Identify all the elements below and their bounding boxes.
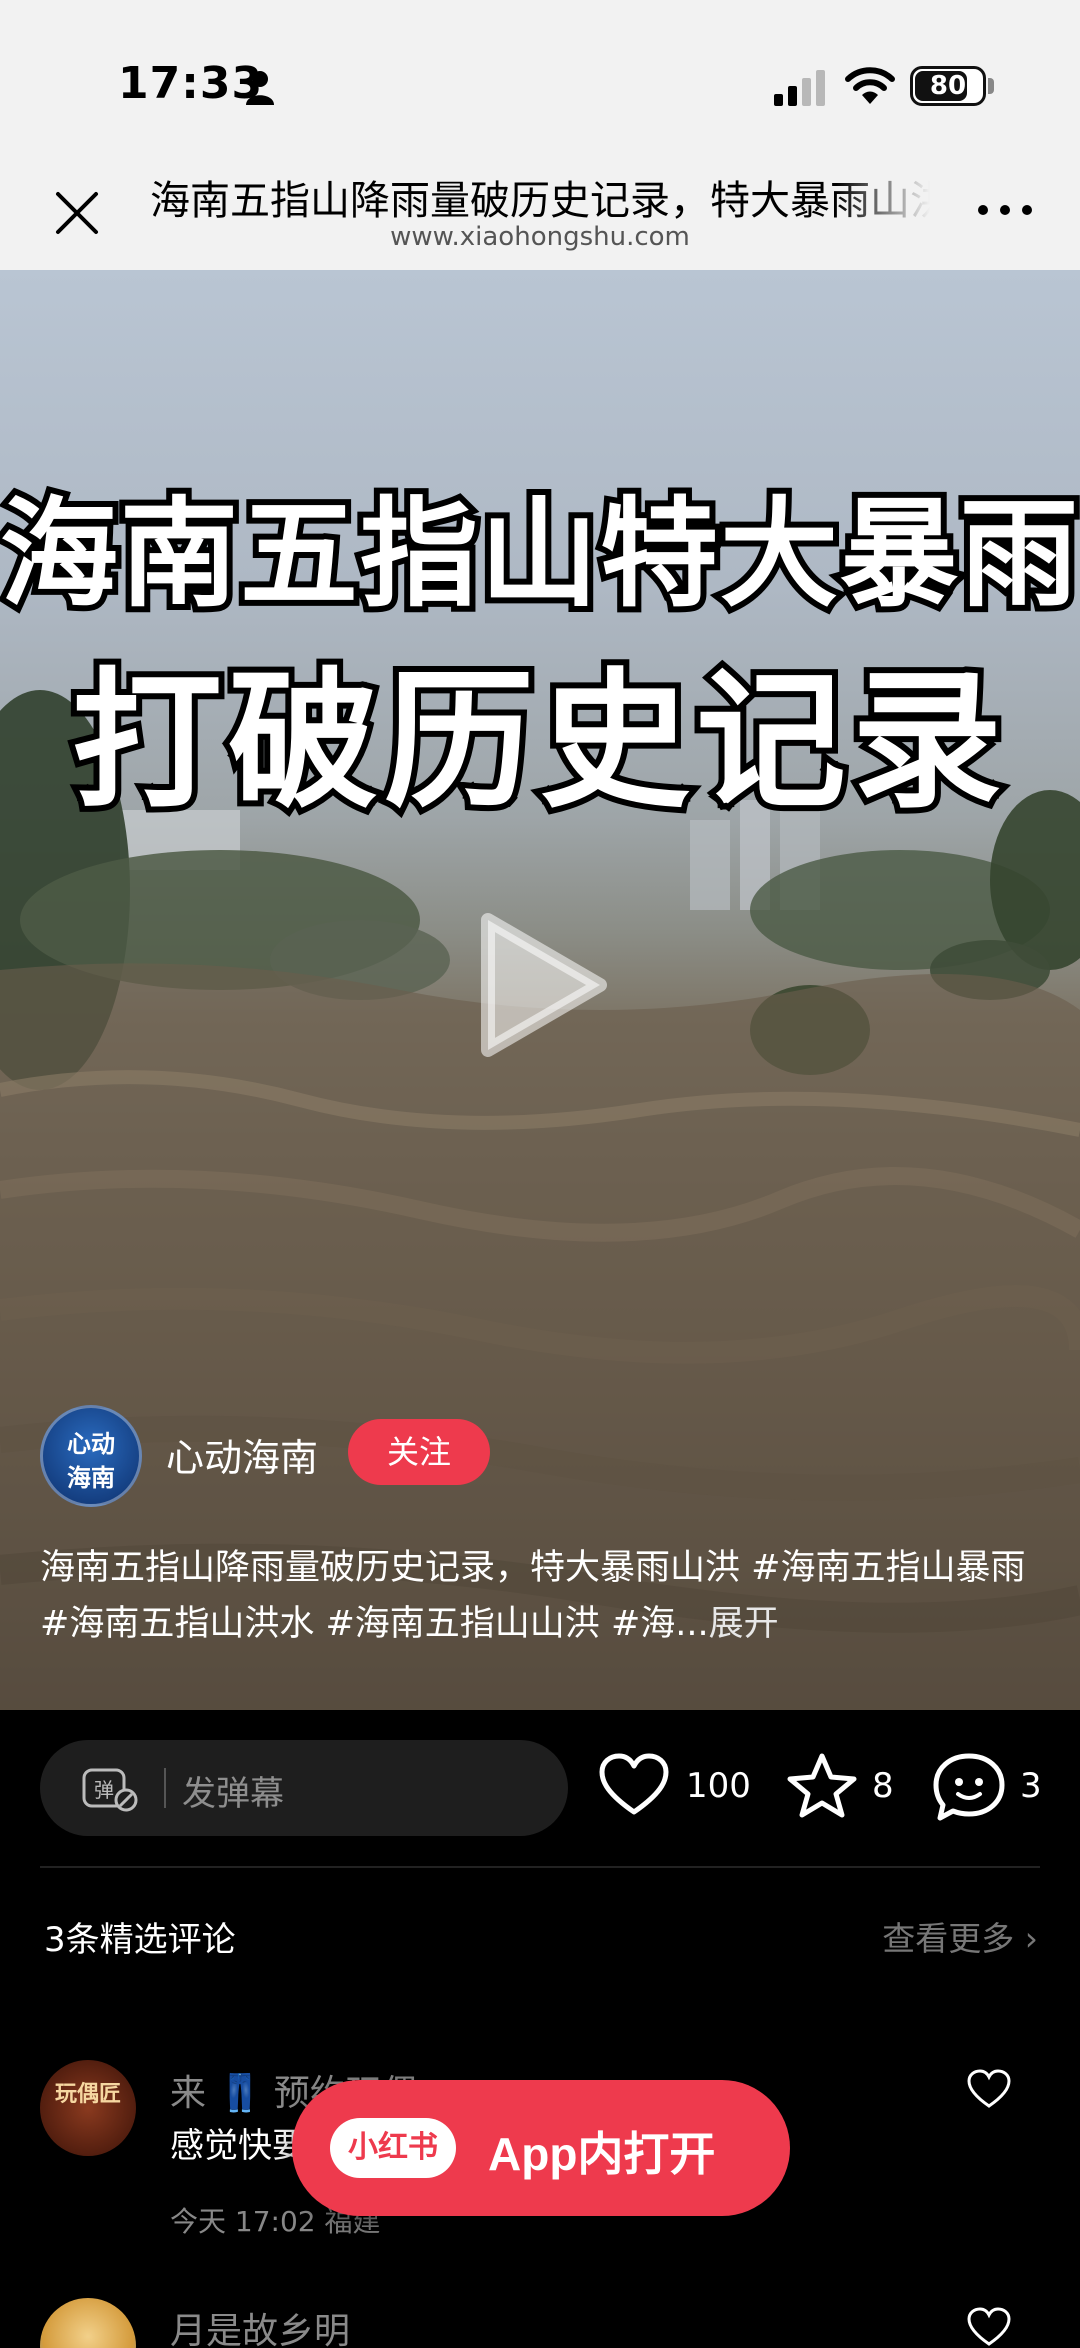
commenter-avatar-text: 玩偶匠 xyxy=(54,2082,121,2107)
xiaohongshu-logo: 小红书 xyxy=(330,2118,456,2178)
heart-icon xyxy=(599,1753,669,1815)
caption-text: 海南五指山降雨量破历史记录，特大暴雨山洪 xyxy=(40,1548,741,1588)
like-count: 100 xyxy=(686,1766,751,1806)
play-icon[interactable] xyxy=(470,910,610,1060)
wifi-icon xyxy=(845,67,895,104)
comment-heart-icon[interactable] xyxy=(966,2068,1012,2110)
avatar-text-line1: 心动 xyxy=(67,1430,115,1458)
open-in-app-label: App内打开 xyxy=(488,2128,716,2180)
view-more-label: 查看更多 xyxy=(882,1919,1015,1958)
divider xyxy=(40,1866,1040,1868)
comment-heart-icon[interactable] xyxy=(966,2306,1012,2348)
commenter-name[interactable]: 月是故乡明 xyxy=(170,2302,350,2348)
hashtag[interactable]: #海... xyxy=(611,1604,709,1644)
post-caption[interactable]: 海南五指山降雨量破历史记录，特大暴雨山洪 #海南五指山暴雨 #海南五指山洪水 #… xyxy=(40,1540,1050,1652)
status-bar: 17:33 80 xyxy=(0,0,1080,150)
chevron-right-icon: › xyxy=(1024,1919,1038,1958)
avatar-text-line2: 海南 xyxy=(67,1464,115,1492)
video-player[interactable]: 海南五指山特大暴雨 打破历史记录 心动 海南 心动海南 关注 海南五指山降雨量破… xyxy=(0,270,1080,1710)
author-row: 心动 海南 心动海南 关注 xyxy=(40,1405,1040,1507)
comment-text: 感觉快要 xyxy=(170,2126,306,2166)
follow-button[interactable]: 关注 xyxy=(348,1419,490,1485)
more-icon[interactable] xyxy=(975,198,1035,222)
author-avatar[interactable]: 心动 海南 xyxy=(40,1405,142,1507)
danmaku-icon: 弹 xyxy=(82,1768,138,1812)
comment-count: 3 xyxy=(1020,1766,1042,1806)
hashtag[interactable]: #海南五指山洪水 xyxy=(40,1604,314,1644)
expand-caption-link[interactable]: 展开 xyxy=(709,1604,779,1644)
danmaku-divider xyxy=(164,1768,166,1808)
battery-cap xyxy=(988,78,994,94)
hashtag[interactable]: #海南五指山山洪 xyxy=(325,1604,599,1644)
commenter-avatar[interactable] xyxy=(40,2298,136,2348)
author-name[interactable]: 心动海南 xyxy=(166,1427,318,1482)
video-headline-line1: 海南五指山特大暴雨 xyxy=(0,479,1080,629)
comment-bubble-icon xyxy=(933,1753,1005,1821)
status-time: 17:33 xyxy=(118,58,264,109)
signal-icon xyxy=(774,70,825,106)
person-icon xyxy=(246,71,274,105)
battery-indicator: 80 xyxy=(910,66,986,106)
page-title: 海南五指山降雨量破历史记录，特大暴雨山洪 xyxy=(150,178,930,224)
page-url: www.xiaohongshu.com xyxy=(390,222,690,252)
open-in-app-button[interactable]: 小红书 App内打开 xyxy=(292,2080,790,2216)
video-headline-line2: 打破历史记录 xyxy=(66,649,1008,835)
browser-header: 海南五指山降雨量破历史记录，特大暴雨山洪 www.xiaohongshu.com xyxy=(0,150,1080,270)
svg-text:弹: 弹 xyxy=(94,1778,114,1802)
danmaku-placeholder: 发弹幕 xyxy=(182,1774,284,1814)
collect-count: 8 xyxy=(872,1766,894,1806)
hashtag[interactable]: #海南五指山暴雨 xyxy=(751,1548,1025,1588)
comments-header: 3条精选评论 xyxy=(44,1920,236,1960)
battery-percent: 80 xyxy=(929,71,967,101)
danmaku-input[interactable]: 弹 发弹幕 xyxy=(40,1740,568,1836)
commenter-avatar[interactable]: 玩偶匠 xyxy=(40,2060,136,2156)
star-icon xyxy=(787,1753,857,1818)
view-more-comments-link[interactable]: 查看更多 › xyxy=(882,1912,1038,1960)
